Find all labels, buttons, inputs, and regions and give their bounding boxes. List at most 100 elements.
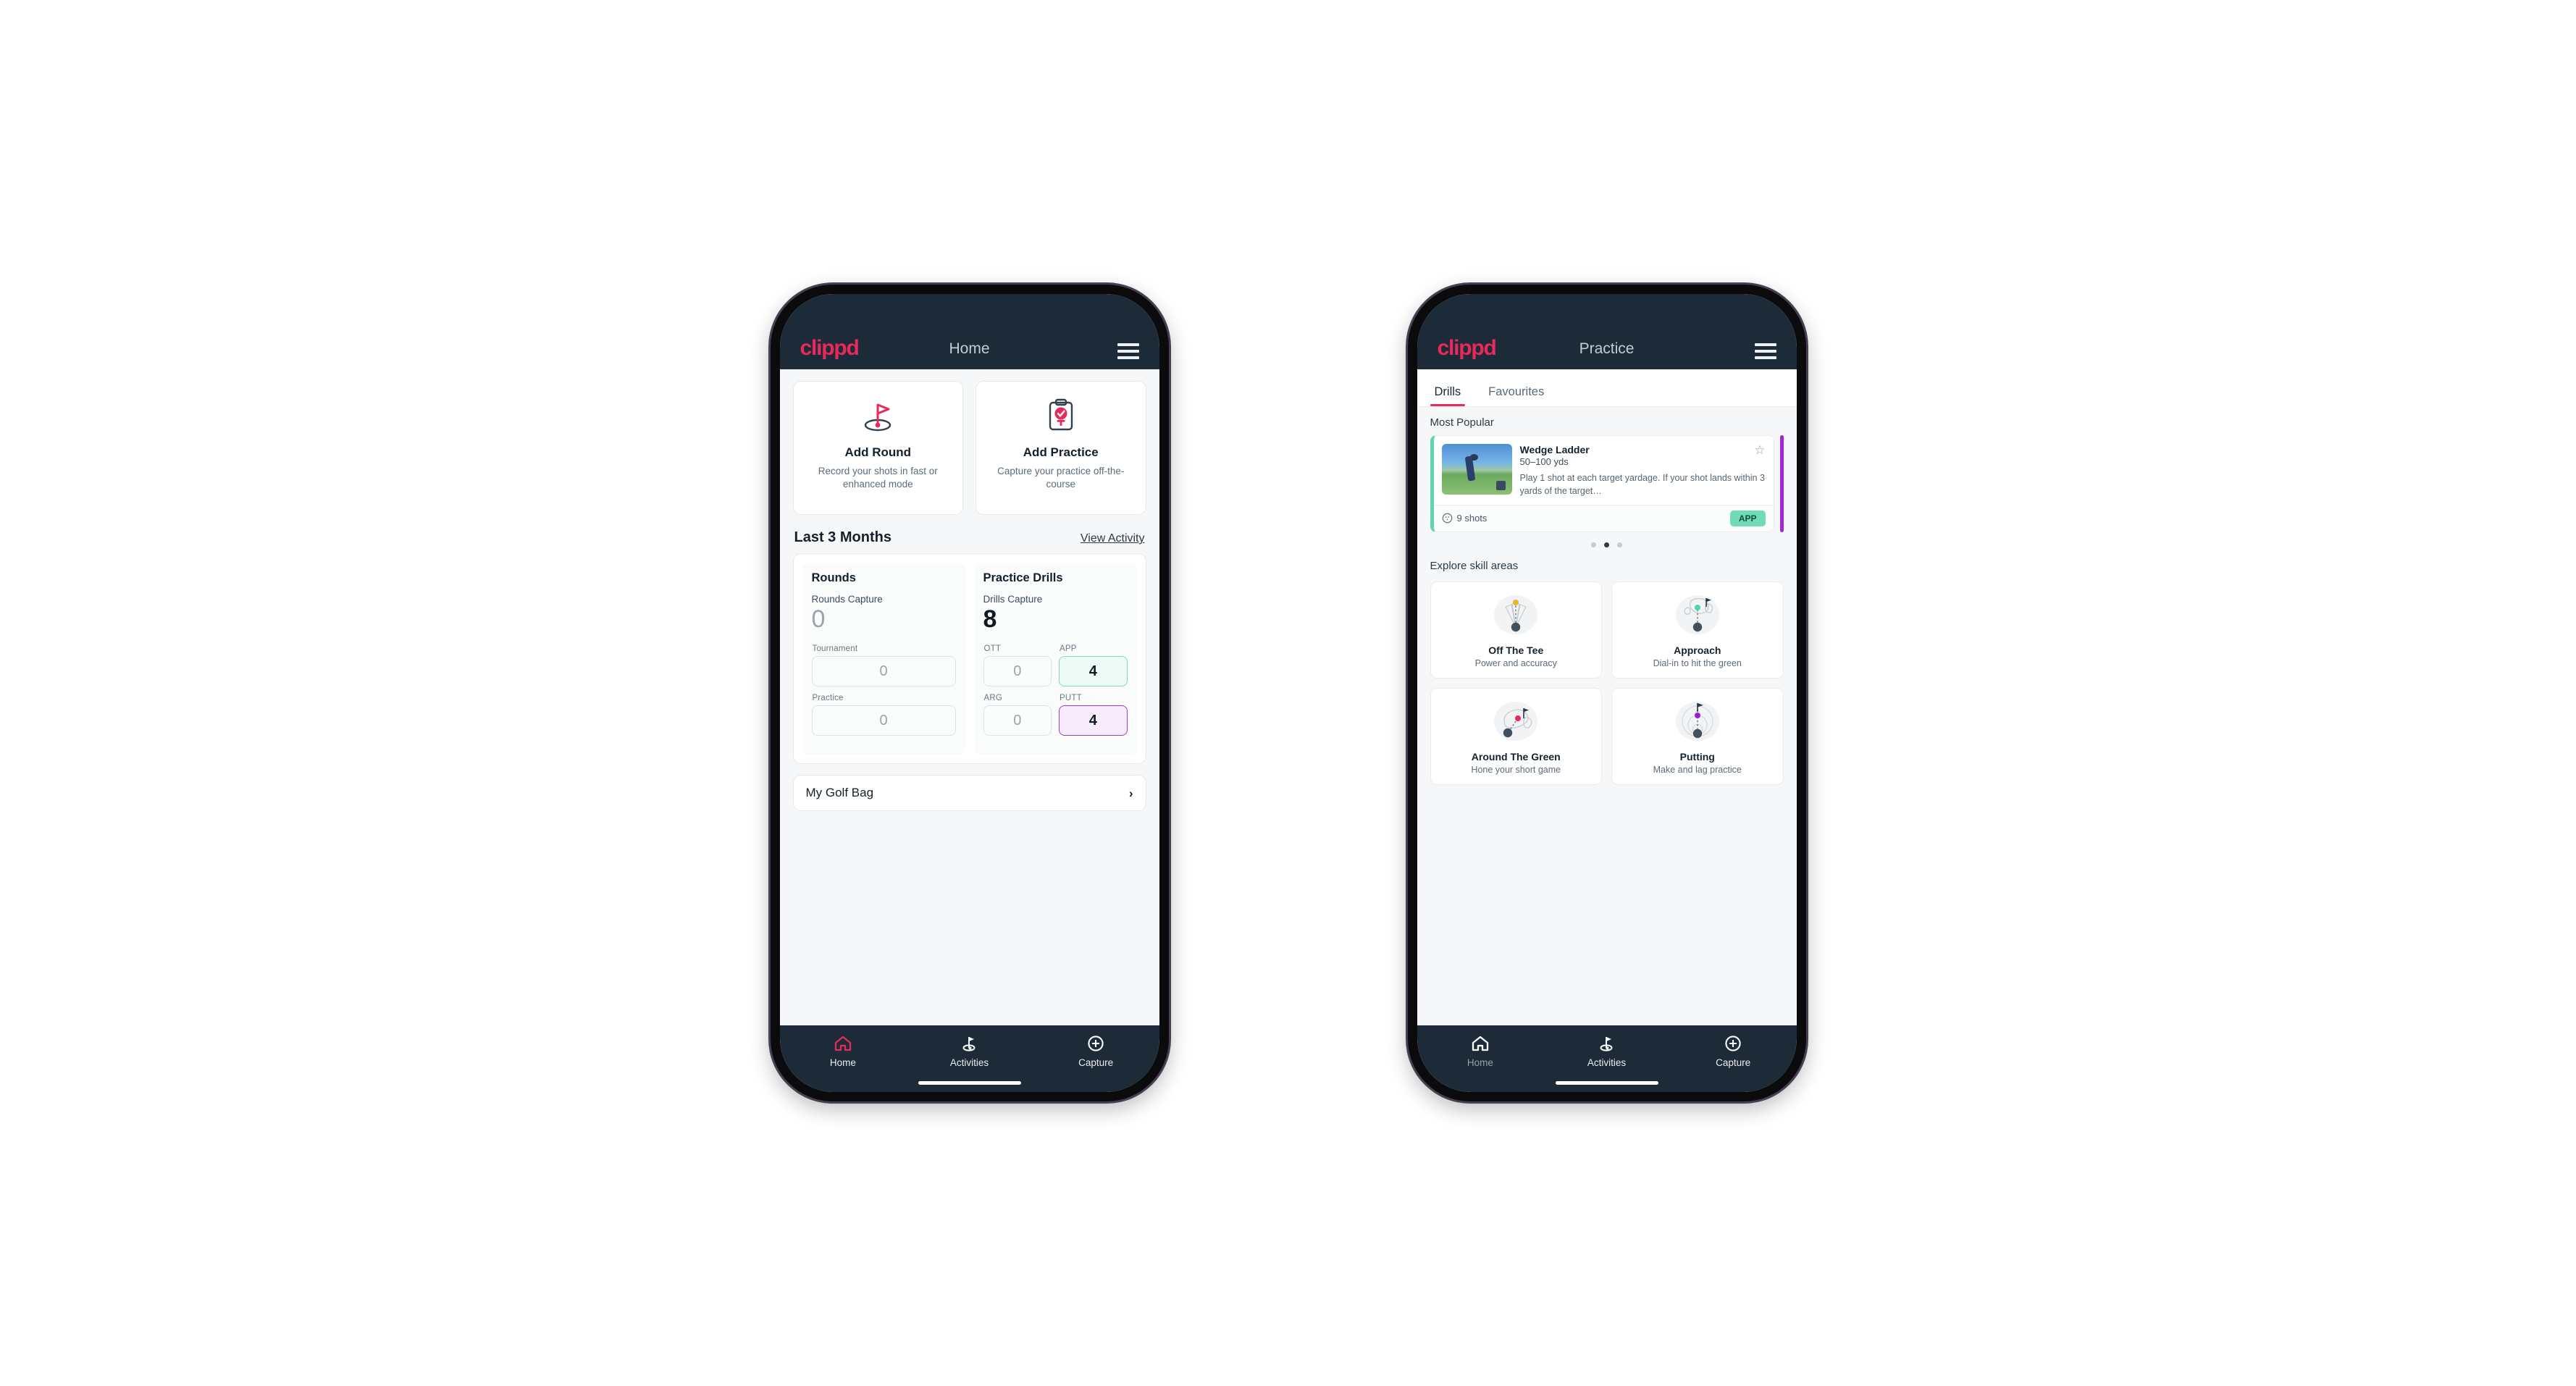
- home-indicator: [1555, 1081, 1658, 1085]
- skill-card-putting[interactable]: Putting Make and lag practice: [1611, 687, 1784, 785]
- ott-stat: OTT 0: [983, 644, 1052, 687]
- view-activity-link[interactable]: View Activity: [1081, 532, 1145, 545]
- tab-capture[interactable]: Capture: [1033, 1035, 1159, 1068]
- tab-activities[interactable]: Activities: [1543, 1035, 1670, 1068]
- drill-description: Play 1 shot at each target yardage. If y…: [1519, 473, 1765, 496]
- skill-subtitle: Power and accuracy: [1474, 658, 1557, 668]
- practice-tabbar: Home Activities Capture: [1417, 1025, 1797, 1092]
- practice-stat: Practice 0: [811, 694, 956, 736]
- tab-favourites[interactable]: Favourites: [1484, 385, 1548, 406]
- arg-stat: ARG 0: [983, 694, 1052, 736]
- drill-carousel[interactable]: Wedge Ladder 50–100 yds ☆ Play 1 shot at…: [1417, 435, 1797, 532]
- putt-stat: PUTT 4: [1059, 694, 1128, 736]
- tab-home[interactable]: Home: [1417, 1035, 1544, 1068]
- skill-subtitle: Hone your short game: [1471, 764, 1561, 775]
- plus-circle-icon: [1725, 1036, 1741, 1051]
- home-tabbar: Home Activities Capture: [779, 1025, 1159, 1092]
- rounds-capture-value: 0: [811, 605, 826, 633]
- tab-capture[interactable]: Capture: [1670, 1035, 1797, 1068]
- rounds-column: Rounds Rounds Capture 0 Tournament 0 Pra…: [802, 563, 965, 755]
- ott-value[interactable]: 0: [983, 656, 1052, 687]
- drill-shots: 9 shots: [1442, 513, 1488, 524]
- skill-name: Approach: [1674, 644, 1721, 656]
- clippd-logo[interactable]: clippd: [800, 337, 860, 359]
- home-appbar: clippd Home: [779, 294, 1159, 369]
- skill-areas-title: Explore skill areas: [1430, 559, 1519, 572]
- tab-home-label: Home: [1467, 1057, 1493, 1068]
- phone-home: clippd Home Add Round Record your shots …: [770, 285, 1169, 1101]
- rounds-capture-label: Rounds Capture: [811, 594, 883, 605]
- golf-flag-icon: [859, 396, 897, 435]
- skill-subtitle: Dial-in to hit the green: [1653, 658, 1742, 668]
- add-practice-subtitle: Capture your practice off-the-course: [997, 466, 1125, 490]
- my-golf-bag-label: My Golf Bag: [805, 786, 874, 800]
- drill-yardage: 50–100 yds: [1519, 456, 1569, 467]
- tab-capture-label: Capture: [1716, 1057, 1751, 1068]
- ott-app-row: OTT 0 APP 4: [983, 644, 1128, 687]
- golf-flag-icon: [1600, 1037, 1612, 1051]
- tab-activities[interactable]: Activities: [906, 1035, 1033, 1068]
- drill-card-peek-next[interactable]: [1779, 435, 1784, 532]
- skill-card-around-the-green[interactable]: Around The Green Hone your short game: [1430, 687, 1602, 785]
- quick-actions-row: Add Round Record your shots in fast or e…: [780, 369, 1159, 515]
- app-stat: APP 4: [1059, 644, 1128, 687]
- tab-home-label: Home: [829, 1057, 856, 1068]
- chevron-right-icon: ›: [1128, 786, 1133, 800]
- section-title: Last 3 Months: [794, 529, 891, 545]
- home-icon: [834, 1036, 851, 1051]
- add-round-subtitle: Record your shots in fast or enhanced mo…: [818, 466, 938, 490]
- practice-label: Practice: [812, 694, 844, 703]
- skill-name: Putting: [1679, 750, 1715, 763]
- off-the-tee-icon: [1488, 591, 1543, 639]
- around-the-green-icon: [1488, 697, 1543, 745]
- home-indicator: [918, 1081, 1021, 1085]
- hamburger-menu-icon[interactable]: [1754, 343, 1776, 359]
- app-value[interactable]: 4: [1059, 656, 1128, 687]
- practice-drills-title: Practice Drills: [983, 571, 1063, 584]
- tournament-value[interactable]: 0: [811, 656, 956, 687]
- drills-capture-label: Drills Capture: [983, 594, 1043, 605]
- putting-icon: [1670, 697, 1725, 745]
- arg-value[interactable]: 0: [983, 705, 1052, 736]
- drill-shots-label: 9 shots: [1456, 513, 1488, 524]
- practice-value[interactable]: 0: [811, 705, 956, 736]
- my-golf-bag-row[interactable]: My Golf Bag ›: [792, 775, 1146, 812]
- drill-card-wedge-ladder[interactable]: Wedge Ladder 50–100 yds ☆ Play 1 shot at…: [1430, 435, 1774, 532]
- star-outline-icon[interactable]: ☆: [1754, 444, 1765, 456]
- putt-value[interactable]: 4: [1059, 705, 1128, 736]
- drill-name: Wedge Ladder: [1519, 444, 1590, 455]
- screenshot-stage: clippd Home Add Round Record your shots …: [0, 0, 2576, 1386]
- app-label: APP: [1060, 644, 1077, 654]
- arg-putt-row: ARG 0 PUTT 4: [983, 694, 1128, 736]
- rounds-title: Rounds: [811, 571, 856, 584]
- skill-card-off-the-tee[interactable]: Off The Tee Power and accuracy: [1430, 581, 1602, 679]
- carousel-dot[interactable]: [1617, 542, 1622, 547]
- hamburger-menu-icon[interactable]: [1117, 343, 1139, 359]
- tab-capture-label: Capture: [1078, 1057, 1114, 1068]
- most-popular-title: Most Popular: [1430, 416, 1494, 429]
- clipboard-check-icon: [1044, 396, 1078, 435]
- golf-ball-icon: [1442, 513, 1452, 524]
- phone-notch: [1552, 285, 1661, 291]
- practice-screen: Drills Favourites Most Popular Wedge Lad…: [1417, 369, 1797, 1025]
- add-practice-title: Add Practice: [1023, 445, 1099, 459]
- skill-name: Off The Tee: [1488, 644, 1544, 656]
- carousel-dot-active[interactable]: [1604, 542, 1609, 547]
- golf-flag-icon: [962, 1037, 975, 1051]
- stats-card: Rounds Rounds Capture 0 Tournament 0 Pra…: [792, 553, 1146, 765]
- skill-areas-grid: Off The Tee Power and accuracy Approach …: [1417, 579, 1797, 785]
- carousel-dot[interactable]: [1591, 542, 1596, 547]
- add-practice-card[interactable]: Add Practice Capture your practice off-t…: [976, 381, 1146, 515]
- tab-activities-label: Activities: [949, 1057, 989, 1068]
- phone-practice: clippd Practice Drills Favourites Most P…: [1407, 285, 1806, 1101]
- add-round-card[interactable]: Add Round Record your shots in fast or e…: [792, 381, 963, 515]
- tab-drills[interactable]: Drills: [1430, 385, 1466, 406]
- skill-name: Around The Green: [1471, 750, 1561, 763]
- approach-icon: [1670, 591, 1725, 639]
- drill-thumbnail: [1441, 444, 1512, 495]
- clippd-logo[interactable]: clippd: [1438, 337, 1497, 359]
- tab-home[interactable]: Home: [780, 1035, 907, 1068]
- carousel-dots: [1417, 532, 1797, 550]
- skill-card-approach[interactable]: Approach Dial-in to hit the green: [1611, 581, 1784, 679]
- tournament-stat: Tournament 0: [811, 644, 956, 687]
